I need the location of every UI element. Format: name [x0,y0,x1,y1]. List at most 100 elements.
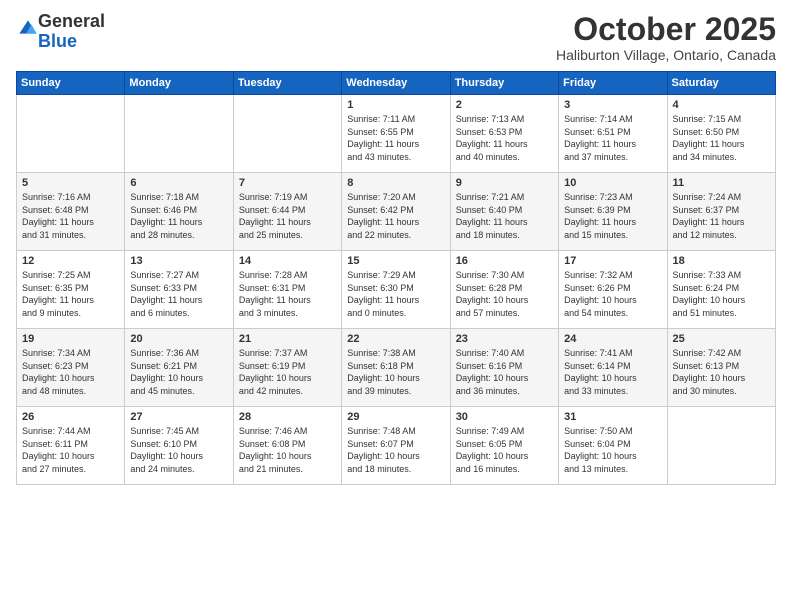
table-row: 4 Sunrise: 7:15 AM Sunset: 6:50 PM Daylig… [667,95,775,173]
table-row: 16 Sunrise: 7:30 AM Sunset: 6:28 PM Dayli… [450,251,558,329]
table-row [233,95,341,173]
header-tuesday: Tuesday [233,72,341,95]
table-row: 12Sunrise: 7:25 AM Sunset: 6:35 PM Dayli… [17,251,125,329]
day-number: 24 [564,333,661,345]
day-number: 27 [130,411,227,423]
week-row-4: 26 Sunrise: 7:44 AM Sunset: 6:11 PM Dayli… [17,407,776,485]
day-number: 10 [564,177,661,189]
header-sunday: Sunday [17,72,125,95]
table-row: 31Sunrise: 7:50 AM Sunset: 6:04 PM Dayli… [559,407,667,485]
day-info: Sunrise: 7:48 AM Sunset: 6:07 PM Dayligh… [347,425,444,475]
table-row [125,95,233,173]
calendar-table: Sunday Monday Tuesday Wednesday Thursday… [16,71,776,485]
page: General Blue October 2025 Haliburton Vil… [0,0,792,612]
calendar-title: October 2025 [556,12,776,47]
day-info: Sunrise: 7:29 AM Sunset: 6:30 PM Dayligh… [347,269,444,319]
header-friday: Friday [559,72,667,95]
table-row: 19 Sunrise: 7:34 AM Sunset: 6:23 PM Dayli… [17,329,125,407]
day-number: 9 [456,177,553,189]
day-number: 19 [22,333,119,345]
day-number: 16 [456,255,553,267]
table-row: 13 Sunrise: 7:27 AM Sunset: 6:33 PM Dayli… [125,251,233,329]
day-number: 26 [22,411,119,423]
day-number: 5 [22,177,119,189]
table-row: 28 Sunrise: 7:46 AM Sunset: 6:08 PM Dayli… [233,407,341,485]
title-block: October 2025 Haliburton Village, Ontario… [556,12,776,63]
day-info: Sunrise: 7:36 AM Sunset: 6:21 PM Dayligh… [130,347,227,397]
calendar-header-row: Sunday Monday Tuesday Wednesday Thursday… [17,72,776,95]
day-info: Sunrise: 7:46 AM Sunset: 6:08 PM Dayligh… [239,425,336,475]
day-info: Sunrise: 7:20 AM Sunset: 6:42 PM Dayligh… [347,191,444,241]
day-number: 13 [130,255,227,267]
day-info: Sunrise: 7:30 AM Sunset: 6:28 PM Dayligh… [456,269,553,319]
header-monday: Monday [125,72,233,95]
table-row: 3Sunrise: 7:14 AM Sunset: 6:51 PM Daylig… [559,95,667,173]
day-info: Sunrise: 7:32 AM Sunset: 6:26 PM Dayligh… [564,269,661,319]
day-number: 15 [347,255,444,267]
day-info: Sunrise: 7:24 AM Sunset: 6:37 PM Dayligh… [673,191,770,241]
day-info: Sunrise: 7:40 AM Sunset: 6:16 PM Dayligh… [456,347,553,397]
day-info: Sunrise: 7:34 AM Sunset: 6:23 PM Dayligh… [22,347,119,397]
day-number: 30 [456,411,553,423]
day-number: 8 [347,177,444,189]
day-number: 20 [130,333,227,345]
logo-blue-text: Blue [38,31,77,51]
day-info: Sunrise: 7:19 AM Sunset: 6:44 PM Dayligh… [239,191,336,241]
table-row [17,95,125,173]
day-info: Sunrise: 7:15 AM Sunset: 6:50 PM Dayligh… [673,113,770,163]
day-info: Sunrise: 7:33 AM Sunset: 6:24 PM Dayligh… [673,269,770,319]
table-row: 7Sunrise: 7:19 AM Sunset: 6:44 PM Daylig… [233,173,341,251]
table-row: 22 Sunrise: 7:38 AM Sunset: 6:18 PM Dayli… [342,329,450,407]
day-info: Sunrise: 7:25 AM Sunset: 6:35 PM Dayligh… [22,269,119,319]
week-row-1: 5 Sunrise: 7:16 AM Sunset: 6:48 PM Daylig… [17,173,776,251]
header-saturday: Saturday [667,72,775,95]
day-info: Sunrise: 7:18 AM Sunset: 6:46 PM Dayligh… [130,191,227,241]
week-row-3: 19 Sunrise: 7:34 AM Sunset: 6:23 PM Dayli… [17,329,776,407]
header: General Blue October 2025 Haliburton Vil… [16,12,776,63]
day-number: 1 [347,99,444,111]
table-row: 2Sunrise: 7:13 AM Sunset: 6:53 PM Daylig… [450,95,558,173]
day-info: Sunrise: 7:37 AM Sunset: 6:19 PM Dayligh… [239,347,336,397]
day-info: Sunrise: 7:28 AM Sunset: 6:31 PM Dayligh… [239,269,336,319]
day-number: 3 [564,99,661,111]
table-row: 21 Sunrise: 7:37 AM Sunset: 6:19 PM Dayli… [233,329,341,407]
table-row: 20 Sunrise: 7:36 AM Sunset: 6:21 PM Dayli… [125,329,233,407]
day-info: Sunrise: 7:21 AM Sunset: 6:40 PM Dayligh… [456,191,553,241]
table-row: 14 Sunrise: 7:28 AM Sunset: 6:31 PM Dayli… [233,251,341,329]
table-row: 10 Sunrise: 7:23 AM Sunset: 6:39 PM Dayli… [559,173,667,251]
table-row: 26 Sunrise: 7:44 AM Sunset: 6:11 PM Dayli… [17,407,125,485]
day-number: 23 [456,333,553,345]
day-info: Sunrise: 7:38 AM Sunset: 6:18 PM Dayligh… [347,347,444,397]
day-info: Sunrise: 7:23 AM Sunset: 6:39 PM Dayligh… [564,191,661,241]
day-number: 6 [130,177,227,189]
logo: General Blue [16,12,105,52]
table-row: 15 Sunrise: 7:29 AM Sunset: 6:30 PM Dayli… [342,251,450,329]
day-info: Sunrise: 7:11 AM Sunset: 6:55 PM Dayligh… [347,113,444,163]
day-info: Sunrise: 7:44 AM Sunset: 6:11 PM Dayligh… [22,425,119,475]
day-number: 22 [347,333,444,345]
table-row: 25Sunrise: 7:42 AM Sunset: 6:13 PM Dayli… [667,329,775,407]
day-info: Sunrise: 7:45 AM Sunset: 6:10 PM Dayligh… [130,425,227,475]
table-row: 29 Sunrise: 7:48 AM Sunset: 6:07 PM Dayli… [342,407,450,485]
day-number: 17 [564,255,661,267]
day-number: 29 [347,411,444,423]
table-row: 11Sunrise: 7:24 AM Sunset: 6:37 PM Dayli… [667,173,775,251]
table-row: 17 Sunrise: 7:32 AM Sunset: 6:26 PM Dayli… [559,251,667,329]
table-row: 23 Sunrise: 7:40 AM Sunset: 6:16 PM Dayli… [450,329,558,407]
day-number: 14 [239,255,336,267]
table-row [667,407,775,485]
day-number: 21 [239,333,336,345]
day-number: 28 [239,411,336,423]
day-number: 4 [673,99,770,111]
calendar-subtitle: Haliburton Village, Ontario, Canada [556,47,776,63]
day-info: Sunrise: 7:41 AM Sunset: 6:14 PM Dayligh… [564,347,661,397]
day-info: Sunrise: 7:27 AM Sunset: 6:33 PM Dayligh… [130,269,227,319]
day-info: Sunrise: 7:16 AM Sunset: 6:48 PM Dayligh… [22,191,119,241]
week-row-0: 1 Sunrise: 7:11 AM Sunset: 6:55 PM Daylig… [17,95,776,173]
table-row: 24 Sunrise: 7:41 AM Sunset: 6:14 PM Dayli… [559,329,667,407]
table-row: 8 Sunrise: 7:20 AM Sunset: 6:42 PM Daylig… [342,173,450,251]
logo-general-text: General [38,11,105,31]
table-row: 5 Sunrise: 7:16 AM Sunset: 6:48 PM Daylig… [17,173,125,251]
header-thursday: Thursday [450,72,558,95]
day-info: Sunrise: 7:13 AM Sunset: 6:53 PM Dayligh… [456,113,553,163]
